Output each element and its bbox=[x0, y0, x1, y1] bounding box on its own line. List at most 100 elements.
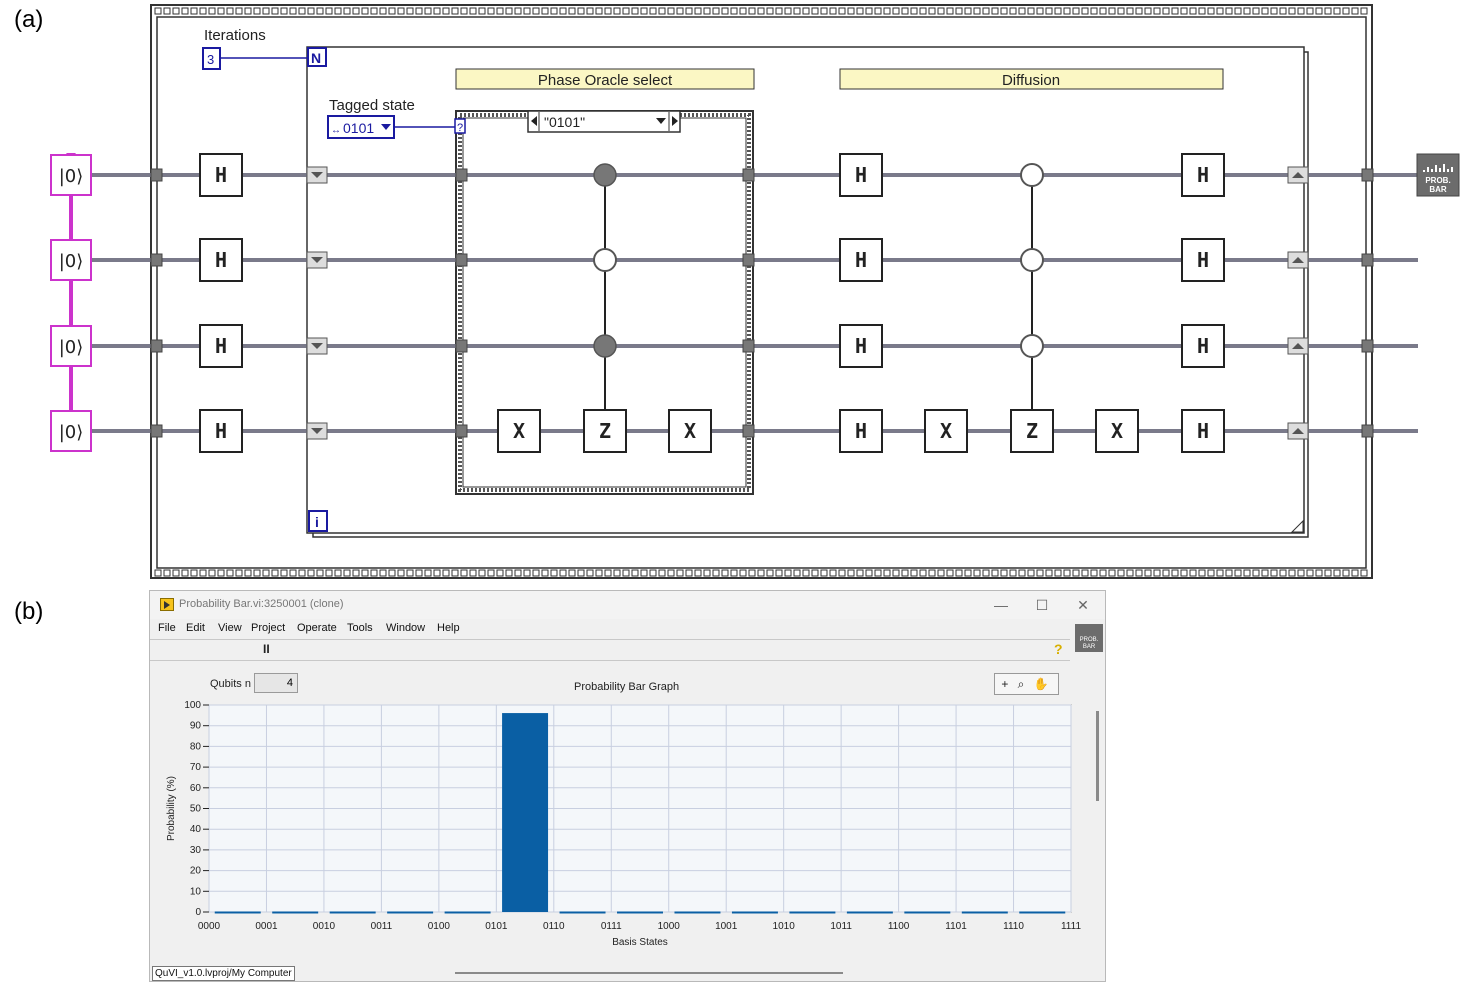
loop-index-terminal-label: i bbox=[315, 514, 319, 530]
prob-bar-icon-bar bbox=[1423, 170, 1425, 172]
x-axis-label: Basis States bbox=[612, 937, 668, 948]
case-selector-terminal-label: ? bbox=[457, 122, 463, 134]
qubit-init-label-1: |0⟩ bbox=[59, 251, 84, 272]
prob-bar-icon-bar bbox=[1443, 164, 1445, 172]
prob-bar-icon-bar bbox=[1431, 169, 1433, 172]
x-gate-diffusion-pre-label: X bbox=[940, 419, 952, 443]
x-tick-label: 1000 bbox=[658, 921, 681, 932]
h-gate-diffusion-out-0-label: H bbox=[1197, 163, 1209, 187]
y-tick-label: 80 bbox=[190, 741, 202, 752]
h-gate-diffusion-out-1-label: H bbox=[1197, 248, 1209, 272]
bar-0101 bbox=[502, 713, 549, 912]
prob-bar-output-label: BAR bbox=[1429, 185, 1447, 194]
y-tick-label: 60 bbox=[190, 783, 202, 794]
block-diagram: Iterations 3 Ni Tagged state ↔ 0101 Phase Orac… bbox=[50, 4, 1460, 579]
h-gate-initial-1-label: H bbox=[215, 248, 227, 272]
vertical-scrollbar[interactable] bbox=[1096, 711, 1099, 801]
loop-count-terminal-label: N bbox=[311, 50, 321, 66]
x-tick-label: 0101 bbox=[485, 921, 508, 932]
bar-0010 bbox=[329, 911, 376, 914]
x-tick-label: 1111 bbox=[1061, 921, 1081, 932]
z-gate-oracle-label: Z bbox=[599, 419, 611, 443]
y-tick-label: 10 bbox=[190, 886, 202, 897]
y-tick-label: 0 bbox=[195, 907, 201, 918]
prob-bar-icon-bar bbox=[1447, 169, 1449, 172]
y-tick-label: 70 bbox=[190, 762, 202, 773]
x-tick-label: 0010 bbox=[313, 921, 336, 932]
case-tunnel bbox=[742, 253, 755, 267]
h-gate-diffusion-in-0-label: H bbox=[855, 163, 867, 187]
y-axis-label: Probability (%) bbox=[166, 776, 177, 841]
prob-bar-icon-bar bbox=[1427, 167, 1429, 172]
probability-bar-chart: 01020304050607080901000000 0001 0010 0011 01… bbox=[166, 700, 1081, 948]
x-tick-label: 0110 bbox=[543, 921, 565, 932]
h-gate-initial-2-label: H bbox=[215, 334, 227, 358]
x-tick-label: 1001 bbox=[715, 921, 738, 932]
iterations-label: Iterations bbox=[204, 27, 266, 44]
outer-tunnel bbox=[150, 339, 163, 353]
bar-0000 bbox=[214, 911, 261, 914]
case-tunnel bbox=[455, 424, 468, 438]
bar-0110 bbox=[559, 911, 606, 914]
prob-bar-icon-bar bbox=[1439, 168, 1441, 172]
case-tunnel bbox=[742, 424, 755, 438]
h-gate-diffusion-out-3-label: H bbox=[1197, 419, 1209, 443]
horizontal-scrollbar[interactable] bbox=[455, 972, 843, 974]
bar-1011 bbox=[846, 911, 893, 914]
h-gate-initial-0-label: H bbox=[215, 163, 227, 187]
y-tick-label: 40 bbox=[190, 824, 202, 835]
x-tick-label: 1101 bbox=[945, 921, 967, 932]
tagged-state-arrows: ↔ bbox=[331, 125, 341, 136]
bar-1100 bbox=[904, 911, 951, 914]
control-open-dot bbox=[593, 248, 617, 272]
outer-tunnel bbox=[150, 168, 163, 182]
case-tunnel bbox=[455, 339, 468, 353]
x-tick-label: 1011 bbox=[830, 921, 852, 932]
bar-1101 bbox=[961, 911, 1008, 914]
y-tick-label: 90 bbox=[190, 721, 202, 732]
x-tick-label: 0111 bbox=[601, 921, 622, 932]
x-gate-oracle-post-label: X bbox=[684, 419, 696, 443]
bar-0011 bbox=[387, 911, 434, 914]
bar-1010 bbox=[789, 911, 836, 914]
control-open-dot bbox=[1020, 248, 1044, 272]
x-gate-oracle-pre-label: X bbox=[513, 419, 525, 443]
bar-1110 bbox=[1019, 911, 1066, 914]
control-filled-dot bbox=[593, 334, 617, 358]
x-gate-diffusion-post-label: X bbox=[1111, 419, 1123, 443]
y-tick-label: 30 bbox=[190, 845, 202, 856]
x-tick-label: 0100 bbox=[428, 921, 451, 932]
case-tunnel bbox=[455, 168, 468, 182]
panel-label-b: (b) bbox=[14, 598, 44, 625]
iterations-value: 3 bbox=[207, 52, 214, 67]
outer-tunnel bbox=[1361, 339, 1374, 353]
control-open-dot bbox=[1020, 334, 1044, 358]
control-open-dot bbox=[1020, 163, 1044, 187]
prob-bar-icon-bar bbox=[1435, 165, 1437, 172]
x-tick-label: 1100 bbox=[888, 921, 910, 932]
case-tunnel bbox=[455, 253, 468, 267]
diffusion-label: Diffusion bbox=[1002, 72, 1060, 89]
prob-bar-icon-bar bbox=[1451, 167, 1453, 172]
qubit-init-label-0: |0⟩ bbox=[59, 166, 84, 187]
x-tick-label: 1010 bbox=[773, 921, 796, 932]
tagged-state-label: Tagged state bbox=[329, 97, 415, 114]
outer-tunnel bbox=[150, 424, 163, 438]
h-gate-initial-3-label: H bbox=[215, 419, 227, 443]
tagged-state-value: 0101 bbox=[343, 120, 374, 136]
bar-0001 bbox=[272, 911, 319, 914]
outer-tunnel bbox=[1361, 424, 1374, 438]
control-filled-dot bbox=[593, 163, 617, 187]
y-tick-label: 100 bbox=[184, 700, 201, 711]
y-tick-label: 50 bbox=[190, 804, 202, 815]
x-tick-label: 0011 bbox=[371, 921, 393, 932]
h-gate-diffusion-in-2-label: H bbox=[855, 334, 867, 358]
z-gate-diffusion-label: Z bbox=[1026, 419, 1038, 443]
outer-tunnel bbox=[1361, 253, 1374, 267]
x-tick-label: 1110 bbox=[1003, 921, 1024, 932]
probability-bar-window: Probability Bar.vi:3250001 (clone) — ☐ ✕… bbox=[149, 590, 1106, 982]
outer-tunnel bbox=[150, 253, 163, 267]
bar-1000 bbox=[674, 911, 721, 914]
bar-0100 bbox=[444, 911, 491, 914]
qubit-init-label-2: |0⟩ bbox=[59, 337, 84, 358]
